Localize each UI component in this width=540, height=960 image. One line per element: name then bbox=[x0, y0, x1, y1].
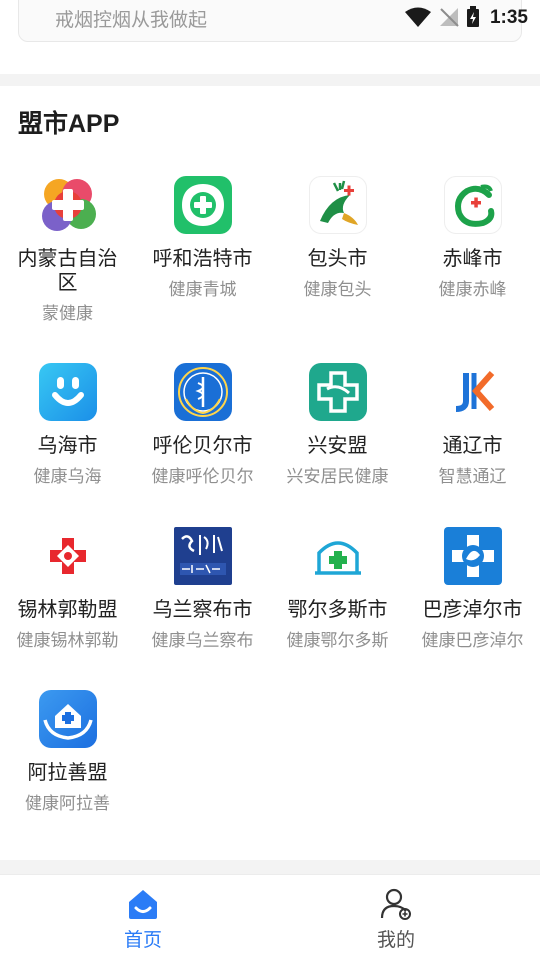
app-name: 赤峰市 bbox=[442, 246, 503, 270]
app-item-baotou[interactable]: 包头市 健康包头 bbox=[270, 176, 405, 300]
app-name: 兴安盟 bbox=[307, 433, 368, 457]
app-item-neimenggu[interactable]: 内蒙古自治区 蒙健康 bbox=[0, 176, 135, 324]
tab-home-label: 首页 bbox=[123, 929, 162, 951]
app-name: 呼和浩特市 bbox=[152, 246, 253, 270]
app-item-eerduosi[interactable]: 鄂尔多斯市 健康鄂尔多斯 bbox=[270, 527, 405, 651]
green-c-icon bbox=[443, 176, 502, 234]
app-item-huhehaote[interactable]: 呼和浩特市 健康青城 bbox=[135, 176, 270, 300]
tab-me[interactable]: 我的 bbox=[331, 887, 461, 952]
status-bar: 1:35 bbox=[340, 0, 540, 34]
app-subtitle: 健康锡林郭勒 bbox=[16, 631, 119, 651]
app-name: 呼伦贝尔市 bbox=[152, 433, 253, 457]
search-placeholder: 戒烟控烟从我做起 bbox=[55, 9, 208, 31]
app-name: 内蒙古自治区 bbox=[17, 246, 118, 294]
hands-house-icon bbox=[38, 690, 97, 748]
section-title: 盟市APP bbox=[18, 110, 120, 138]
app-name: 锡林郭勒盟 bbox=[17, 597, 118, 621]
app-name: 阿拉善盟 bbox=[27, 760, 108, 784]
app-name: 鄂尔多斯市 bbox=[287, 597, 388, 621]
app-subtitle: 健康乌兰察布 bbox=[151, 631, 254, 651]
calligraphy-icon bbox=[173, 527, 232, 585]
app-subtitle: 健康巴彦淖尔 bbox=[421, 631, 524, 651]
app-name: 乌海市 bbox=[37, 433, 98, 457]
tab-me-label: 我的 bbox=[376, 929, 415, 951]
smile-u-icon bbox=[38, 363, 97, 421]
colorful-cross-icon bbox=[38, 176, 97, 234]
tab-home[interactable]: 首页 bbox=[78, 887, 208, 952]
blue-emblem-icon bbox=[443, 527, 502, 585]
bottom-tab-bar: 首页 我的 bbox=[0, 874, 540, 960]
app-item-wuhai[interactable]: 乌海市 健康乌海 bbox=[0, 363, 135, 487]
wifi-icon bbox=[405, 7, 431, 27]
green-cross-icon bbox=[173, 176, 232, 234]
app-item-alashan[interactable]: 阿拉善盟 健康阿拉善 bbox=[0, 690, 135, 814]
section-divider bbox=[0, 74, 540, 86]
signal-icon bbox=[440, 8, 459, 27]
app-item-bayannaoer[interactable]: 巴彦淖尔市 健康巴彦淖尔 bbox=[405, 527, 540, 651]
jk-logo-icon bbox=[443, 363, 502, 421]
app-subtitle: 蒙健康 bbox=[42, 304, 93, 324]
app-subtitle: 健康鄂尔多斯 bbox=[286, 631, 389, 651]
house-cross-icon bbox=[308, 527, 367, 585]
app-name: 巴彦淖尔市 bbox=[422, 597, 523, 621]
app-subtitle: 健康赤峰 bbox=[438, 280, 507, 300]
status-time: 1:35 bbox=[489, 7, 528, 28]
app-name: 乌兰察布市 bbox=[152, 597, 253, 621]
medical-emblem-icon bbox=[173, 363, 232, 421]
app-item-tongliao[interactable]: 通辽市 智慧通辽 bbox=[405, 363, 540, 487]
app-subtitle: 健康阿拉善 bbox=[25, 794, 110, 814]
app-item-wulanchabu[interactable]: 乌兰察布市 健康乌兰察布 bbox=[135, 527, 270, 651]
app-item-chifeng[interactable]: 赤峰市 健康赤峰 bbox=[405, 176, 540, 300]
battery-icon bbox=[467, 6, 479, 27]
app-subtitle: 智慧通辽 bbox=[438, 467, 507, 487]
home-icon bbox=[129, 890, 157, 919]
user-icon bbox=[380, 888, 411, 920]
deer-icon bbox=[308, 176, 367, 234]
app-item-xinganmeng[interactable]: 兴安盟 兴安居民健康 bbox=[270, 363, 405, 487]
teal-cross-icon bbox=[308, 363, 367, 421]
app-subtitle: 健康呼伦贝尔 bbox=[151, 467, 254, 487]
app-name: 包头市 bbox=[307, 246, 368, 270]
app-item-hulunbeier[interactable]: 呼伦贝尔市 健康呼伦贝尔 bbox=[135, 363, 270, 487]
app-subtitle: 健康乌海 bbox=[33, 467, 102, 487]
app-subtitle: 兴安居民健康 bbox=[286, 467, 389, 487]
app-subtitle: 健康青城 bbox=[168, 280, 237, 300]
bottom-divider bbox=[0, 860, 540, 874]
app-subtitle: 健康包头 bbox=[303, 280, 372, 300]
app-item-xilinguole[interactable]: 锡林郭勒盟 健康锡林郭勒 bbox=[0, 527, 135, 651]
red-cross-icon bbox=[38, 527, 97, 585]
app-name: 通辽市 bbox=[442, 433, 503, 457]
